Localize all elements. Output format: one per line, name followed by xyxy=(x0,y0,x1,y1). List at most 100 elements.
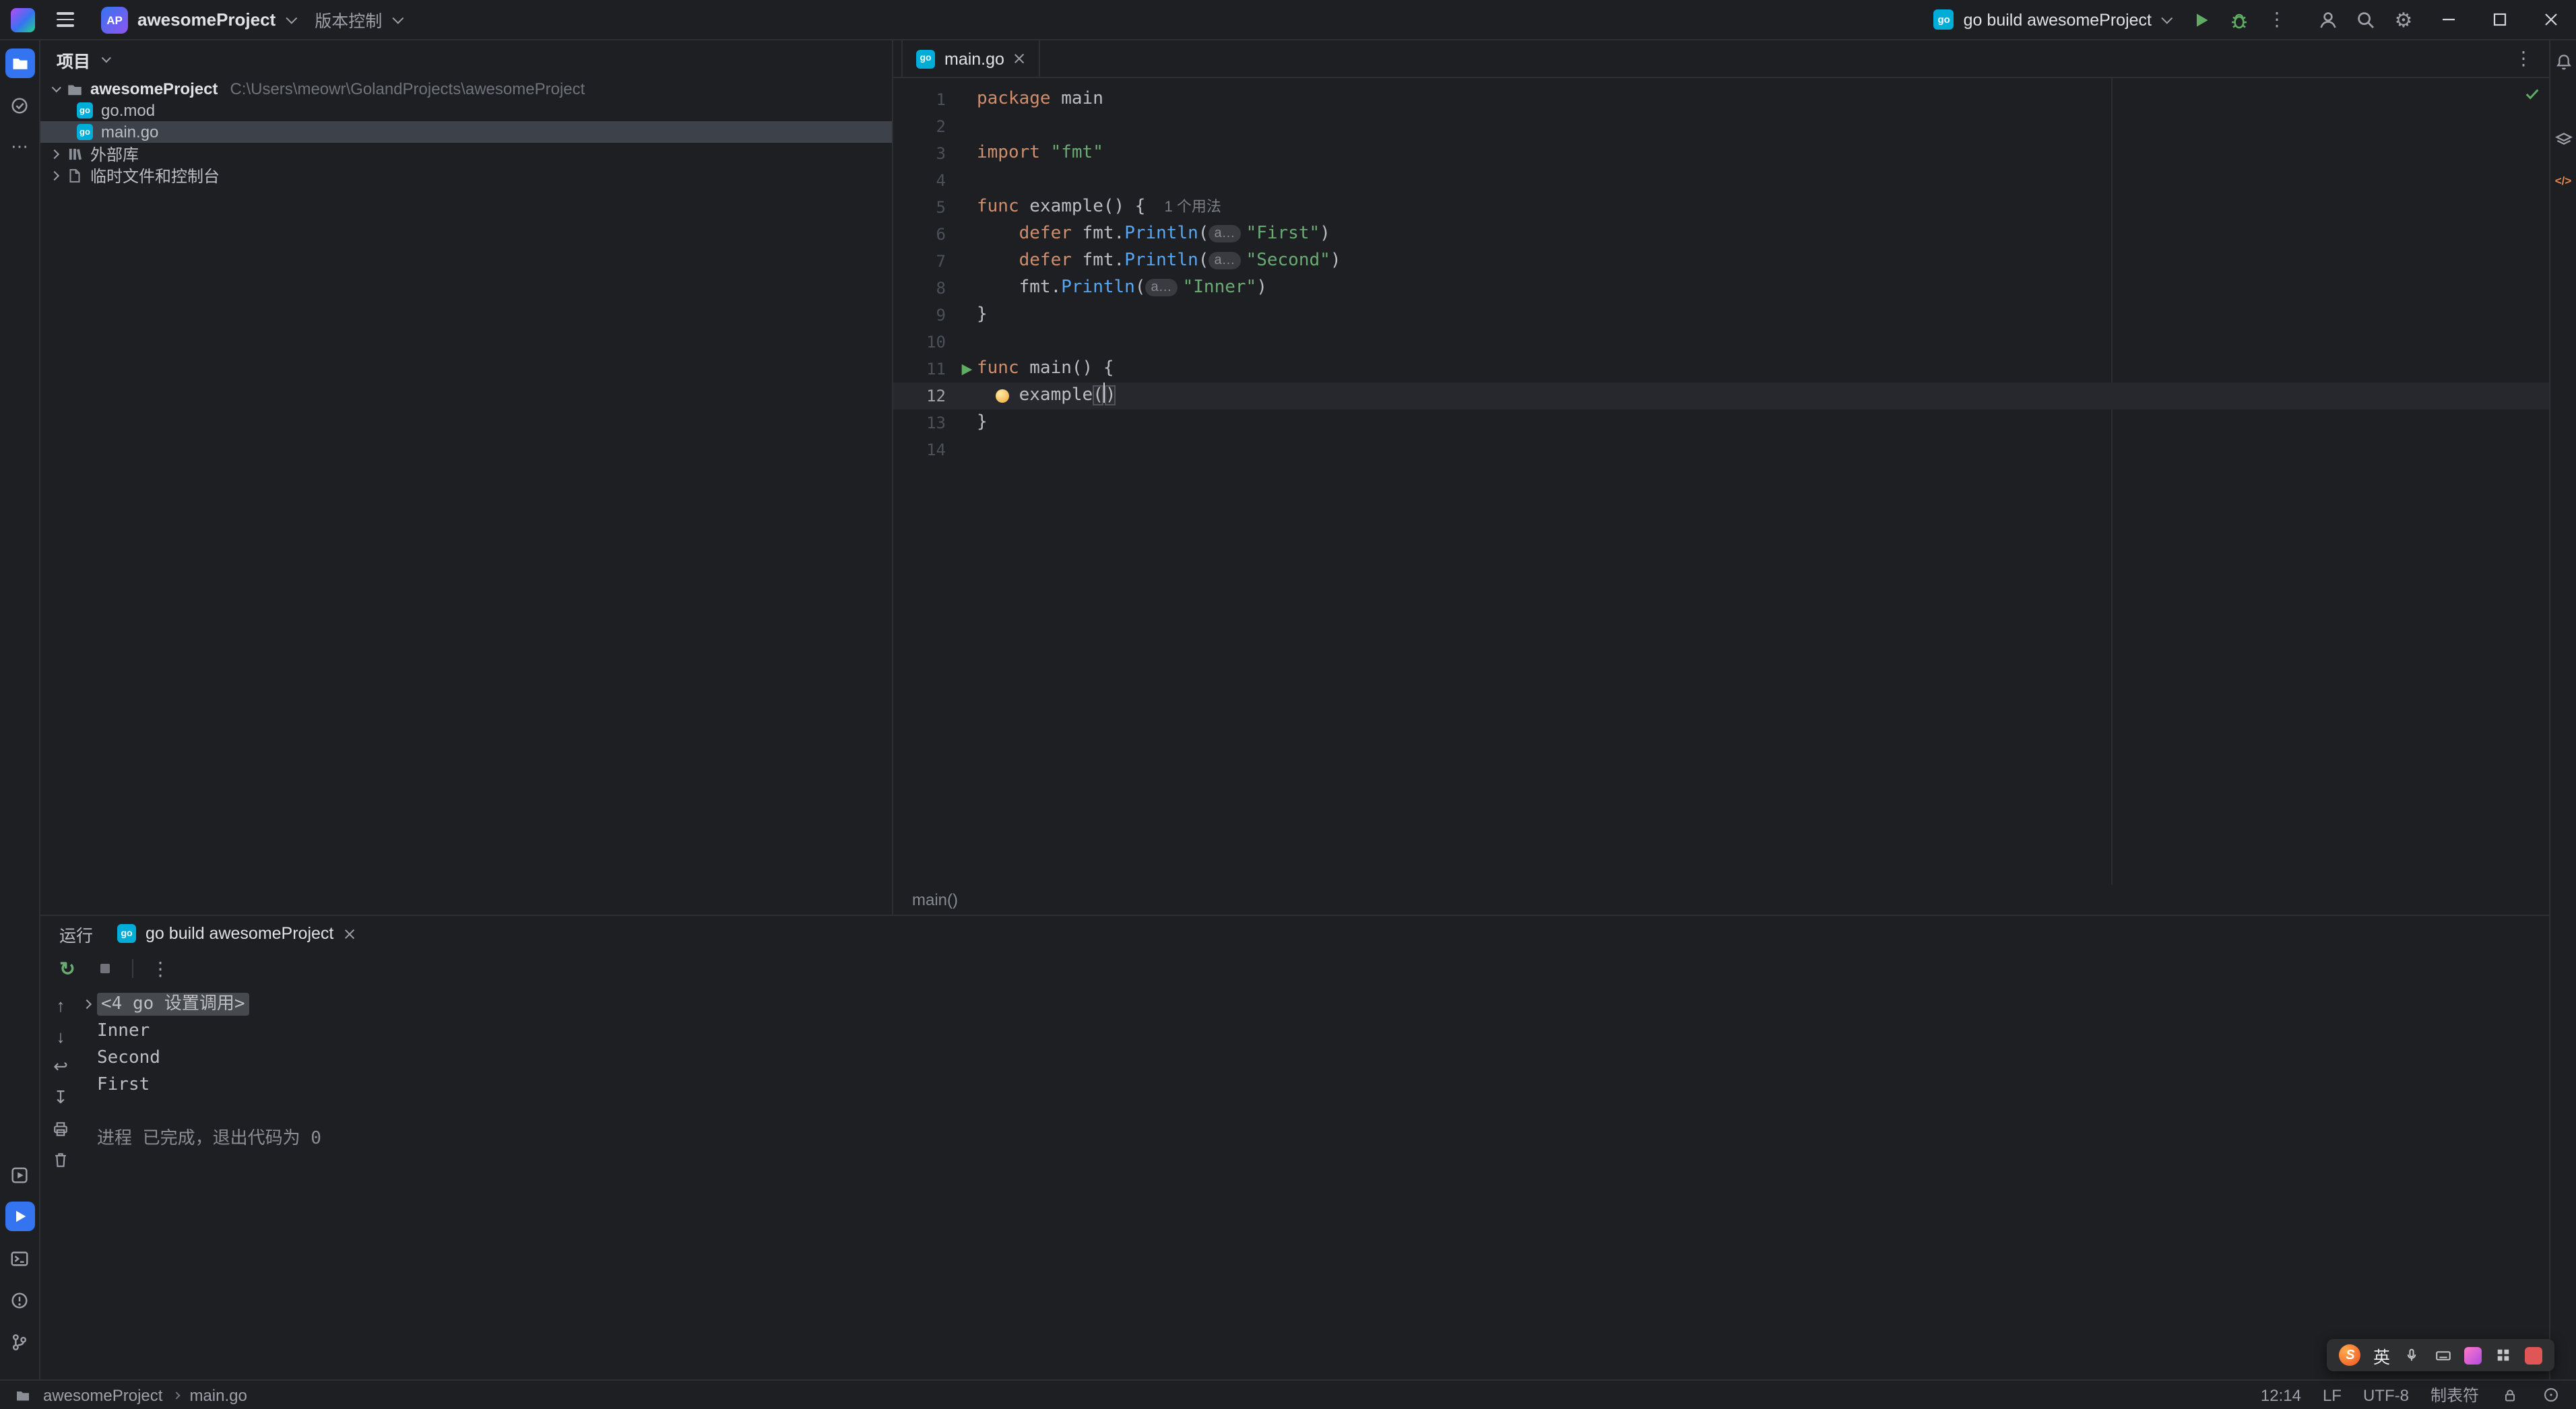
more-actions-button[interactable]: ⋮ xyxy=(2258,0,2296,40)
project-panel-header[interactable]: 项目 xyxy=(40,40,892,78)
editor-code[interactable]: package main import "fmt" func example() {… xyxy=(977,78,2549,885)
chevron-down-icon[interactable] xyxy=(51,82,61,92)
param-hint-inlay[interactable]: a… xyxy=(1145,279,1178,296)
ime-keyboard-icon[interactable] xyxy=(2433,1346,2452,1365)
gutter-line[interactable]: 1 xyxy=(893,86,977,113)
gutter-line[interactable]: 6 xyxy=(893,221,977,248)
readonly-lock-icon[interactable] xyxy=(2501,1385,2519,1404)
breadcrumb-item[interactable]: main() xyxy=(912,890,958,909)
ime-skin-icon[interactable] xyxy=(2464,1346,2482,1364)
gutter-line[interactable]: 7 xyxy=(893,248,977,275)
print-icon[interactable] xyxy=(50,1118,71,1140)
console-output[interactable]: <4 go 设置调用> Inner Second First 进程 已完成，退出代码为… xyxy=(81,986,2549,1379)
main-menu-button[interactable] xyxy=(51,7,79,32)
fold-chevron-icon[interactable] xyxy=(82,999,92,1010)
intention-bulb-icon[interactable] xyxy=(996,389,1009,403)
settings-gear-icon[interactable]: ⚙ xyxy=(2385,0,2422,40)
tab-options-button[interactable]: ⋮ xyxy=(2498,40,2549,77)
code-line[interactable] xyxy=(977,436,2549,463)
layers-tool-icon[interactable] xyxy=(2552,129,2574,151)
clear-console-icon[interactable] xyxy=(50,1149,71,1171)
code-line[interactable]: } xyxy=(977,409,2549,436)
gutter-line[interactable]: 9 xyxy=(893,302,977,329)
run-button[interactable] xyxy=(2183,0,2220,40)
gutter-line[interactable]: 3 xyxy=(893,140,977,167)
more-tool-windows-button[interactable]: ⋯ xyxy=(5,132,34,162)
caret-position-widget[interactable]: 12:14 xyxy=(2261,1385,2301,1404)
gutter-line[interactable]: 5 xyxy=(893,194,977,221)
services-tool-button[interactable] xyxy=(5,1160,34,1189)
run-tool-button[interactable] xyxy=(5,1202,34,1231)
minimize-button[interactable] xyxy=(2422,0,2474,40)
gutter-line[interactable]: 14 xyxy=(893,436,977,463)
gutter-line[interactable]: 8 xyxy=(893,275,977,302)
code-line[interactable]: func main() { xyxy=(977,356,2549,383)
status-project-crumb[interactable]: awesomeProject xyxy=(43,1385,162,1404)
encoding-widget[interactable]: UTF-8 xyxy=(2363,1385,2409,1404)
tree-item-main-go[interactable]: go main.go xyxy=(40,121,892,143)
close-button[interactable] xyxy=(2525,0,2576,40)
gutter-line[interactable]: 10 xyxy=(893,329,977,356)
code-line[interactable] xyxy=(977,329,2549,356)
ime-grid-icon[interactable] xyxy=(2494,1346,2513,1365)
run-line-icon[interactable] xyxy=(955,362,977,376)
chevron-right-icon[interactable] xyxy=(49,148,60,159)
code-with-me-icon[interactable] xyxy=(2309,0,2347,40)
tree-item-external-libraries[interactable]: 外部库 xyxy=(40,143,892,164)
debug-button[interactable] xyxy=(2220,0,2258,40)
run-more-options-button[interactable]: ⋮ xyxy=(150,957,171,979)
chevron-right-icon[interactable] xyxy=(49,170,60,181)
gutter-line[interactable]: 2 xyxy=(893,113,977,140)
project-widget[interactable]: AP awesomeProject xyxy=(96,2,298,37)
problems-tool-button[interactable] xyxy=(5,1285,34,1315)
line-separator-widget[interactable]: LF xyxy=(2323,1385,2342,1404)
console-line[interactable]: <4 go 设置调用> xyxy=(82,991,2549,1018)
code-line[interactable] xyxy=(977,113,2549,140)
run-config-widget[interactable]: go go build awesomeProject xyxy=(1921,9,2183,30)
code-line[interactable]: example() xyxy=(977,383,2549,409)
stop-button[interactable] xyxy=(94,958,116,979)
param-hint-inlay[interactable]: a… xyxy=(1209,252,1241,269)
ime-toolbox-icon[interactable] xyxy=(2525,1346,2542,1364)
code-tool-icon[interactable]: </> xyxy=(2552,170,2574,191)
inspections-ok-icon[interactable] xyxy=(2523,85,2541,102)
indent-widget[interactable]: 制表符 xyxy=(2430,1383,2479,1406)
commit-tool-button[interactable] xyxy=(5,90,34,120)
code-line[interactable]: defer fmt.Println(a… "Second") xyxy=(977,248,2549,275)
run-tab[interactable]: go go build awesomeProject xyxy=(117,924,355,943)
code-line[interactable]: } xyxy=(977,302,2549,329)
param-hint-inlay[interactable]: a… xyxy=(1209,225,1241,242)
code-line[interactable]: fmt.Println(a… "Inner") xyxy=(977,275,2549,302)
ime-mic-icon[interactable] xyxy=(2402,1346,2421,1365)
code-line[interactable]: package main xyxy=(977,86,2549,113)
terminal-tool-button[interactable] xyxy=(5,1243,34,1273)
tree-item-scratches[interactable]: 临时文件和控制台 xyxy=(40,164,892,186)
status-file-crumb[interactable]: main.go xyxy=(189,1385,247,1404)
tree-item-project-root[interactable]: awesomeProject C:\Users\meowr\GolandProj… xyxy=(40,78,892,100)
run-panel-title[interactable]: 运行 xyxy=(59,921,93,946)
search-everywhere-icon[interactable] xyxy=(2347,0,2385,40)
sogou-logo-icon[interactable]: S xyxy=(2339,1344,2361,1366)
notifications-bell-icon[interactable] xyxy=(2552,51,2574,73)
gutter-line[interactable]: 12 xyxy=(893,383,977,409)
tree-item-go-mod[interactable]: go go.mod xyxy=(40,100,892,121)
code-line[interactable] xyxy=(977,167,2549,194)
rerun-button[interactable]: ↻ xyxy=(57,957,78,979)
gutter-line[interactable]: 13 xyxy=(893,409,977,436)
ime-mode-indicator[interactable]: 英 xyxy=(2373,1342,2390,1368)
code-line[interactable]: func example() {1 个用法 xyxy=(977,194,2549,221)
gutter-line[interactable]: 11 xyxy=(893,356,977,383)
up-stack-icon[interactable]: ↑ xyxy=(50,994,71,1016)
down-stack-icon[interactable]: ↓ xyxy=(50,1025,71,1047)
git-branch-icon[interactable] xyxy=(5,1327,34,1356)
close-run-tab-icon[interactable] xyxy=(343,927,355,940)
project-tool-button[interactable] xyxy=(5,48,34,78)
status-info-icon[interactable] xyxy=(2541,1385,2560,1404)
code-line[interactable]: defer fmt.Println(a… "First") xyxy=(977,221,2549,248)
gutter-line[interactable]: 4 xyxy=(893,167,977,194)
close-tab-icon[interactable] xyxy=(1014,53,1026,65)
soft-wrap-icon[interactable]: ↩ xyxy=(50,1056,71,1078)
scroll-to-end-icon[interactable]: ↧ xyxy=(50,1087,71,1109)
editor-tab-main-go[interactable]: go main.go xyxy=(901,40,1041,77)
maximize-button[interactable] xyxy=(2474,0,2525,40)
